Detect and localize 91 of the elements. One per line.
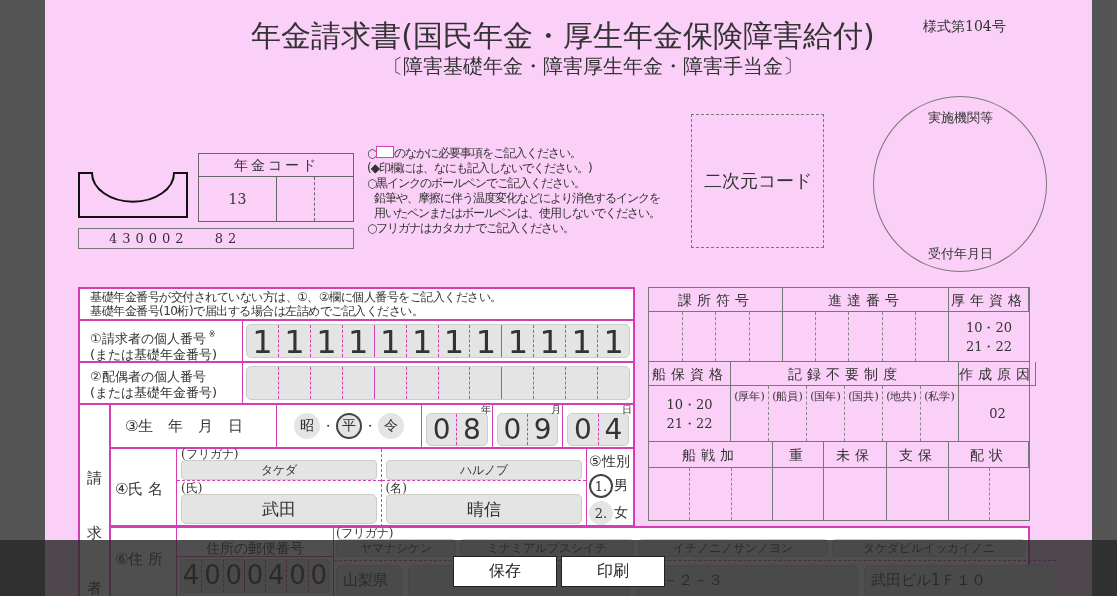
form-subtitle: 〔障害基礎年金・障害厚生年金・障害手当金〕 xyxy=(382,54,804,78)
note-text: ○黒インクのボールペンでご記入ください。 xyxy=(367,176,587,191)
option-label: 女 xyxy=(614,504,628,522)
name-field[interactable]: 武田 xyxy=(181,494,377,524)
digit-cell: 0 xyxy=(427,414,458,445)
column-header: 厚年資格 xyxy=(949,288,1029,312)
sub-label: (厚年) xyxy=(731,386,769,441)
furigana-label: (フリガナ) xyxy=(181,449,239,460)
action-button[interactable]: 保存 xyxy=(452,556,557,587)
table-value: 21・22 xyxy=(965,337,1013,356)
code-number: 82 xyxy=(214,230,242,248)
stamp-label: 受付年月日 xyxy=(927,245,993,263)
sub-label: (私学) xyxy=(923,389,956,405)
code-label: 年金コード xyxy=(199,154,353,177)
note-text: のなかに必要事項をご記入ください。 xyxy=(394,146,582,160)
table-value: 10・20 xyxy=(666,395,713,414)
column-header: 作成原因 xyxy=(959,362,1036,386)
note-text: 用いたペンまたはボールペンは、使用しないでください。 xyxy=(373,206,661,221)
table-value: 21・22 xyxy=(666,414,713,433)
digit-cell: 1 xyxy=(566,325,599,357)
instruction-text: 基礎年金番号(10桁)で届出する場合は左詰めでご記入ください。 xyxy=(90,304,425,318)
furigana-label: (フリガナ) xyxy=(335,528,394,539)
form-title: 年金請求書(国民年金・厚生年金保険障害給付) xyxy=(250,18,876,54)
digit-cell-text: 1 xyxy=(602,325,625,357)
column-header: 船戦加 xyxy=(649,442,773,468)
digit-cell: 1 xyxy=(278,325,311,357)
separator-dot: ・ xyxy=(322,417,334,435)
table-value: 10・20 xyxy=(965,318,1013,337)
digit-cell: 1 xyxy=(470,325,503,357)
number-field[interactable] xyxy=(246,366,630,400)
sub-label: (船員) xyxy=(769,386,807,441)
code-cell: 13 xyxy=(199,177,277,221)
column-header: 船保資格 xyxy=(649,362,731,386)
era-option[interactable]: 平 xyxy=(336,413,362,439)
column-header: 配状 xyxy=(949,442,1029,468)
column-header: 課所符号 xyxy=(649,288,783,312)
digit-cell: 1 xyxy=(438,325,471,357)
digit-cell: 1 xyxy=(342,325,375,357)
era-option[interactable]: 昭 xyxy=(294,413,320,439)
digit-cell: 1 xyxy=(502,325,535,357)
option-number[interactable]: 1. xyxy=(589,474,613,498)
column-header: 進達番号 xyxy=(783,288,949,312)
code-number: 430002 xyxy=(109,230,189,248)
field-label: ①請求者の個人番号 xyxy=(90,331,206,346)
note-text: (◆印欄には、なにも記入しないでください。) xyxy=(367,161,593,176)
field-label: (または基礎年金番号) xyxy=(90,385,219,401)
era-option[interactable]: 令 xyxy=(378,413,404,439)
instruction-text: 基礎年金番号が交付されていない方は、①、②欄に個人番号をご記入ください。 xyxy=(90,290,503,304)
stamp-label: 実施機関等 xyxy=(927,109,993,127)
digit-cell-text: 4 xyxy=(603,414,623,445)
digit-cell: 0 xyxy=(497,414,528,445)
field-label: ④氏 名 xyxy=(111,449,177,525)
sub-label: (地共) xyxy=(883,386,921,441)
digit-cell: 1 xyxy=(310,325,343,357)
kana-field[interactable]: タケダ xyxy=(181,460,377,480)
sub-label: (国共) xyxy=(845,386,883,441)
digit-cell: 1 xyxy=(534,325,567,357)
field-label: ②配偶者の個人番号 xyxy=(90,369,206,384)
digit-cell-text: 8 xyxy=(462,414,481,445)
field-label: ③生 年 月 日 xyxy=(111,405,277,447)
separator-dot: ・ xyxy=(364,417,376,435)
kana-field[interactable]: ハルノブ xyxy=(385,460,582,480)
column-header: 重 xyxy=(773,442,824,468)
table-value: 02 xyxy=(989,405,1006,423)
digit-cell: 1 xyxy=(374,325,407,357)
digit-cell: 1 xyxy=(247,325,279,357)
date-field[interactable]: 0 8 xyxy=(426,413,488,446)
digit-cell-text: 9 xyxy=(532,414,552,445)
note-mark: ※ xyxy=(208,330,216,339)
field-label: ⑤性別 xyxy=(589,453,630,471)
digit-cell: 0 xyxy=(568,414,599,445)
option-number[interactable]: 2. xyxy=(589,501,613,525)
number-field[interactable]: 1 1 1 1 1 1 1 1 1 1 1 1 xyxy=(246,324,630,358)
field-label: (または基礎年金番号) xyxy=(90,347,219,363)
action-button[interactable]: 印刷 xyxy=(560,556,665,587)
form-number: 様式第104号 xyxy=(923,18,1006,36)
code-area: 二次元コード xyxy=(691,114,824,248)
field-label: (氏) xyxy=(181,482,203,494)
digit-cell: 1 xyxy=(406,325,439,357)
option-label: 男 xyxy=(614,477,628,495)
column-header: 記録不要制度 xyxy=(731,362,959,386)
date-field[interactable]: 0 4 xyxy=(567,413,629,446)
column-header: 支保 xyxy=(887,442,949,468)
sample-box xyxy=(376,146,395,158)
field-label: (名) xyxy=(385,482,407,494)
note-text: ○フリガナはカタカナでご記入ください。 xyxy=(367,221,576,236)
notch-mark-icon xyxy=(78,172,188,218)
note-text: 鉛筆や、摩擦に伴う温度変化などにより消色するインクを xyxy=(373,191,661,206)
column-header: 未保 xyxy=(824,442,887,468)
sub-label: (国年) xyxy=(807,386,845,441)
name-field[interactable]: 晴信 xyxy=(385,494,582,524)
